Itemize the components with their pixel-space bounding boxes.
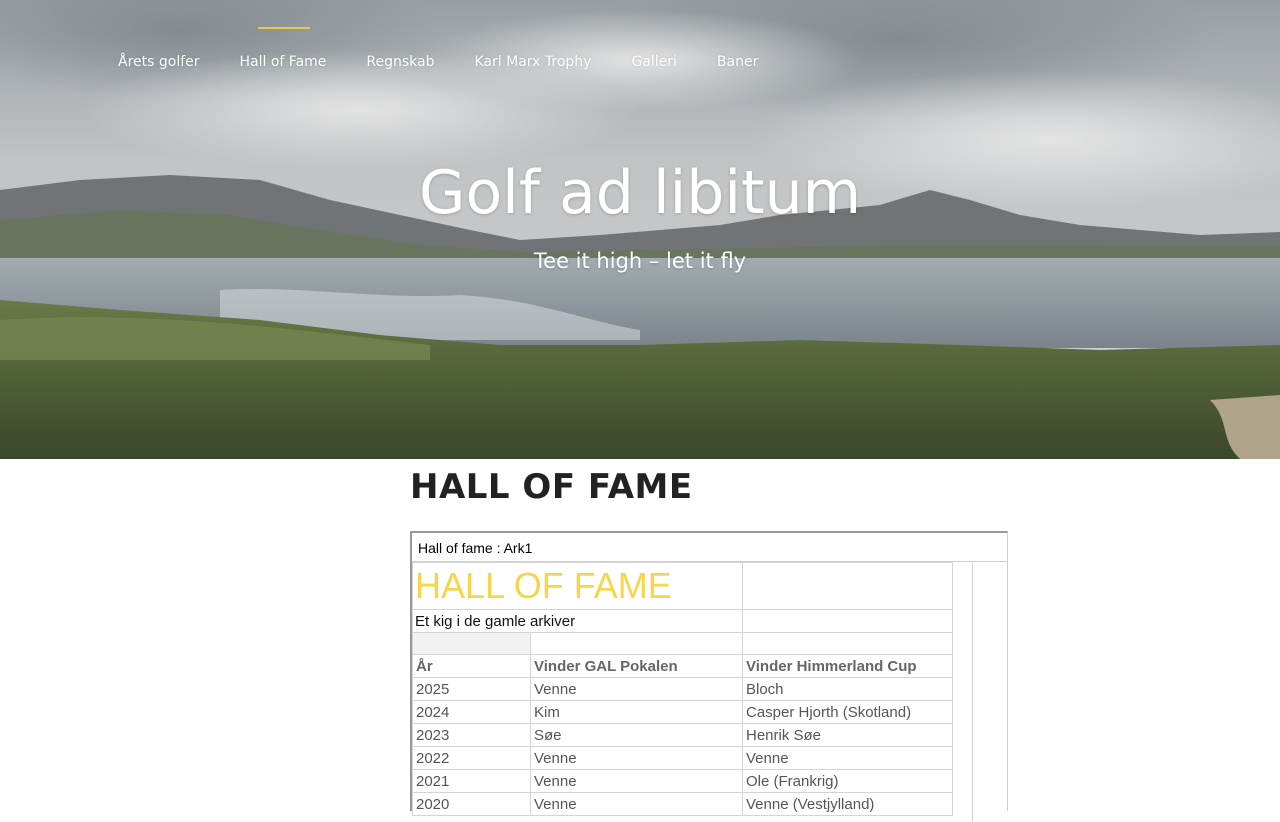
table-row: 2025 Venne Bloch bbox=[412, 677, 953, 701]
empty-cell bbox=[412, 632, 531, 655]
page-title: HALL OF FAME bbox=[410, 467, 693, 507]
cell-year: 2023 bbox=[412, 723, 531, 747]
cell-himmerland-winner: Venne bbox=[742, 746, 953, 770]
nav-item-regnskab[interactable]: Regnskab bbox=[366, 54, 434, 74]
cell-year: 2025 bbox=[412, 677, 531, 701]
empty-cell bbox=[742, 562, 953, 610]
sheet-title: HALL OF FAME bbox=[412, 562, 743, 610]
nav-item-galleri[interactable]: Galleri bbox=[631, 54, 676, 74]
embedded-spreadsheet[interactable]: Hall of fame : Ark1 HALL OF FAME Et kig … bbox=[410, 531, 1008, 822]
column-header-himmerland-cup: Vinder Himmerland Cup bbox=[742, 654, 953, 678]
table-row: 2022 Venne Venne bbox=[412, 746, 953, 770]
empty-cell bbox=[742, 609, 953, 633]
cell-himmerland-winner: Ole (Frankrig) bbox=[742, 769, 953, 793]
empty-cell bbox=[530, 632, 743, 655]
site-tagline: Tee it high – let it fly bbox=[533, 249, 747, 273]
sheet-subtitle: Et kig i de gamle arkiver bbox=[412, 609, 743, 633]
hero-banner: Årets golfer Hall of Fame Regnskab Karl … bbox=[0, 0, 1280, 459]
table-row: 2020 Venne Venne (Vestjylland) bbox=[412, 792, 953, 816]
cell-himmerland-winner: Casper Hjorth (Skotland) bbox=[742, 700, 953, 724]
cell-himmerland-winner: Henrik Søe bbox=[742, 723, 953, 747]
cell-gal-winner: Søe bbox=[530, 723, 743, 747]
empty-cell bbox=[742, 632, 953, 655]
column-header-year: År bbox=[412, 654, 531, 678]
hall-of-fame-table: HALL OF FAME Et kig i de gamle arkiver Å… bbox=[412, 562, 953, 816]
cell-gal-winner: Venne bbox=[530, 746, 743, 770]
table-row: 2023 Søe Henrik Søe bbox=[412, 723, 953, 747]
cell-gal-winner: Venne bbox=[530, 792, 743, 816]
column-header-gal-pokalen: Vinder GAL Pokalen bbox=[530, 654, 743, 678]
main-navigation: Årets golfer Hall of Fame Regnskab Karl … bbox=[118, 27, 798, 74]
nav-item-karl-marx-trophy[interactable]: Karl Marx Trophy bbox=[475, 54, 592, 74]
cell-gal-winner: Venne bbox=[530, 769, 743, 793]
nav-item-arets-golfer[interactable]: Årets golfer bbox=[118, 54, 200, 74]
sheet-side-column bbox=[972, 562, 1009, 822]
cell-himmerland-winner: Bloch bbox=[742, 677, 953, 701]
spreadsheet-header: Hall of fame : Ark1 bbox=[412, 533, 1007, 562]
site-title: Golf ad libitum bbox=[418, 158, 862, 228]
cell-year: 2021 bbox=[412, 769, 531, 793]
cell-year: 2024 bbox=[412, 700, 531, 724]
table-row: 2024 Kim Casper Hjorth (Skotland) bbox=[412, 700, 953, 724]
nav-item-baner[interactable]: Baner bbox=[717, 54, 758, 74]
cell-year: 2020 bbox=[412, 792, 531, 816]
table-row: 2021 Venne Ole (Frankrig) bbox=[412, 769, 953, 793]
cell-gal-winner: Venne bbox=[530, 677, 743, 701]
cell-himmerland-winner: Venne (Vestjylland) bbox=[742, 792, 953, 816]
nav-item-hall-of-fame[interactable]: Hall of Fame bbox=[240, 27, 326, 74]
cell-gal-winner: Kim bbox=[530, 700, 743, 724]
cell-year: 2022 bbox=[412, 746, 531, 770]
